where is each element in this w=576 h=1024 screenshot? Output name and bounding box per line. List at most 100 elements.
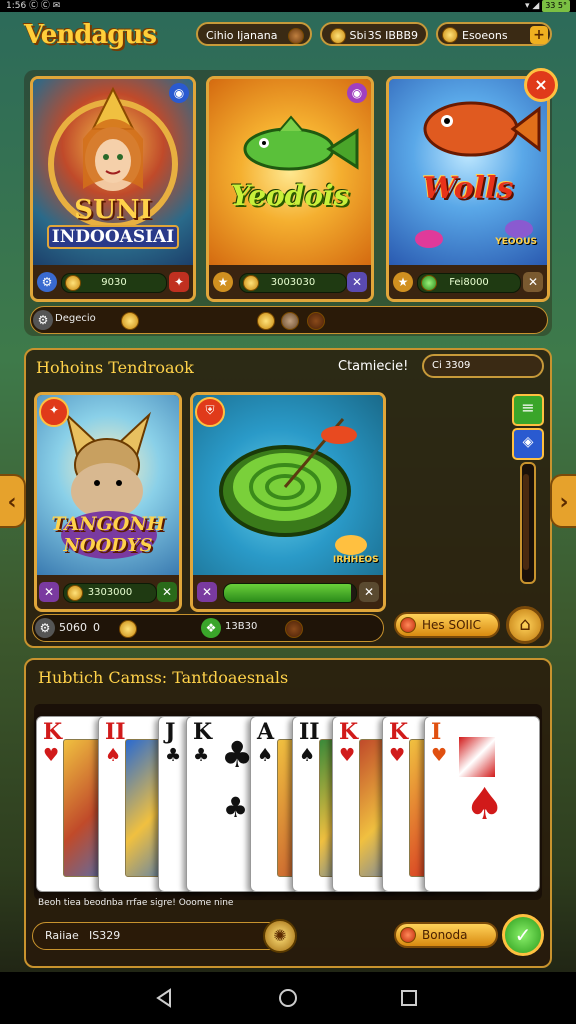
card-suit-icon: ♠ [105,745,122,766]
star-icon[interactable]: ★ [213,272,233,292]
gems-pill[interactable]: Esoeons + [436,22,552,46]
card-suit-icon: ♣ [165,745,182,766]
confirm-check-icon[interactable]: ✓ [502,914,544,956]
coin-icon [243,275,259,291]
bet-input-label: Raiiae [45,929,79,942]
back-icon [156,988,171,1008]
card-rank: J [165,719,176,745]
fish-art-icon [243,115,359,171]
scroll-left-arrow-icon[interactable]: ‹ [0,474,26,528]
scrollbar[interactable] [520,462,536,584]
tools-icon[interactable]: ✕ [347,272,367,292]
badge-icon[interactable]: ⛨ [195,397,225,427]
game-tag: YEOOUS [495,237,537,247]
tournaments-row1-label: 5060 [59,621,87,634]
game-art: Yeodois ◉ [209,79,371,265]
tournament-card-1[interactable]: TANGONH NOODYS ✦ ✕ 3303000 ✕ [34,392,182,612]
featured-game-card-2[interactable]: Yeodois ◉ ★ 3003030 ✕ [206,76,374,302]
info-icon[interactable]: ◉ [347,83,367,103]
star-icon[interactable]: ★ [393,272,413,292]
card-progress-bar: 3003030 [239,273,347,293]
tournament-action-button[interactable]: Hes SOIIC [394,612,500,638]
swords-icon[interactable]: ✕ [359,582,379,602]
home-icon[interactable]: ⌂ [506,606,544,644]
settings-icon[interactable]: ⚙ [35,618,55,638]
coin-icon [330,28,346,44]
card-bar-value: 3303000 [87,587,133,598]
card-suit-icon: ♥ [339,745,356,766]
card-rank: II [299,719,320,745]
large-club-icon: ♣ [223,791,249,824]
game-title: Yeodois [230,179,350,212]
card-progress-bar: Fei8000 [417,273,521,293]
page-dot[interactable] [285,620,303,638]
gems-label: Esoeons [462,29,508,42]
progress-fill [224,584,351,602]
card-rank: A [257,719,275,745]
playing-card[interactable]: I ♥ ♠ [424,716,540,892]
game-title: SUNI [74,195,152,225]
card-suit-icon: ♠ [257,745,274,766]
card-rank: K [389,719,409,745]
game-art: Wolls YEOOUS [389,79,547,265]
tournaments-row1-num: 0 [93,621,100,634]
settings-icon[interactable]: ⚙ [33,310,53,330]
tools-icon[interactable]: ✕ [523,272,543,292]
page-dot-3[interactable] [307,312,325,330]
info-icon[interactable]: ◉ [169,83,189,103]
tools-icon[interactable]: ✕ [39,582,59,602]
card-bar-value: 3003030 [270,277,316,288]
status-right: ▾ ◢ 33 5° [525,0,570,12]
card-suit-icon: ♥ [431,745,448,766]
hint-icon[interactable]: ◈ [512,428,544,460]
card-rank: K [193,719,213,745]
recents-icon [401,990,417,1006]
add-currency-icon[interactable]: + [530,26,548,44]
game-art: TANGONH NOODYS ✦ [37,395,179,575]
card-suit-icon: ♥ [389,745,406,766]
swords-icon[interactable]: ✕ [157,582,177,602]
coin-icon [400,617,416,633]
close-icon[interactable]: × [524,68,558,102]
tournament-action-label: Hes SOIIC [422,618,481,632]
tournament-card-2[interactable]: IRHHEOS ⛨ ✕ ✕ [190,392,386,612]
card-footer: ✕ 3303000 ✕ [37,575,179,609]
profile-pill[interactable]: Cihio Ijanana [196,22,312,46]
card-footer: ★ 3003030 ✕ [209,265,371,299]
balance-value: 3S IBBB9 [367,29,418,42]
play-button[interactable]: Bonoda [394,922,498,948]
fire-icon[interactable]: ✦ [169,272,189,292]
status-time: 1:56 Ⓒ Ⓒ ✉ [6,1,61,11]
game-title: TANGONH [51,513,165,535]
featured-game-card-3[interactable]: Wolls YEOOUS ★ Fei8000 ✕ [386,76,550,302]
balance-pill[interactable]: Sbi 3S IBBB9 [320,22,428,46]
list-icon[interactable]: ≡ [512,394,544,426]
card-progress-bar [223,583,357,603]
page-dot-1[interactable] [257,312,275,330]
play-button-label: Bonoda [422,928,468,942]
tournaments-value-pill[interactable]: Ci 3309 [422,354,544,378]
top-bar: Vendagus Cihio Ijanana Sbi 3S IBBB9 Esoe… [0,14,576,58]
large-club-icon: ♣ [221,735,254,776]
nav-icons [156,988,417,1008]
bet-input-row[interactable]: Raiiae IS329 ✺ [32,919,297,953]
scrollbar-thumb[interactable] [523,474,529,570]
page-dot-2[interactable] [281,312,299,330]
gear-icon[interactable]: ⚙ [37,272,57,292]
balance-label: Sbi [349,29,367,42]
game-subtitle: NOODYS [63,535,153,556]
scroll-right-arrow-icon[interactable]: › [550,474,576,528]
profile-icon [288,28,304,44]
leaf-icon[interactable]: ❖ [201,618,221,638]
featured-row-label: Degecio [55,313,96,324]
coin-icon [65,275,81,291]
featured-game-card-1[interactable]: SUNI INDOOASIAI ◉ ⚙ 9030 ✦ [30,76,196,302]
coin-icon [121,312,139,330]
card-suit-icon: ♠ [299,745,316,766]
game-title: IRHHEOS [333,555,379,565]
tools-icon[interactable]: ✕ [197,582,217,602]
chip-icon[interactable]: ✺ [263,919,297,953]
badge-icon[interactable]: ✦ [39,397,69,427]
card-bar-value: 9030 [101,277,127,288]
game-subtitle: INDOOASIAI [47,225,179,249]
